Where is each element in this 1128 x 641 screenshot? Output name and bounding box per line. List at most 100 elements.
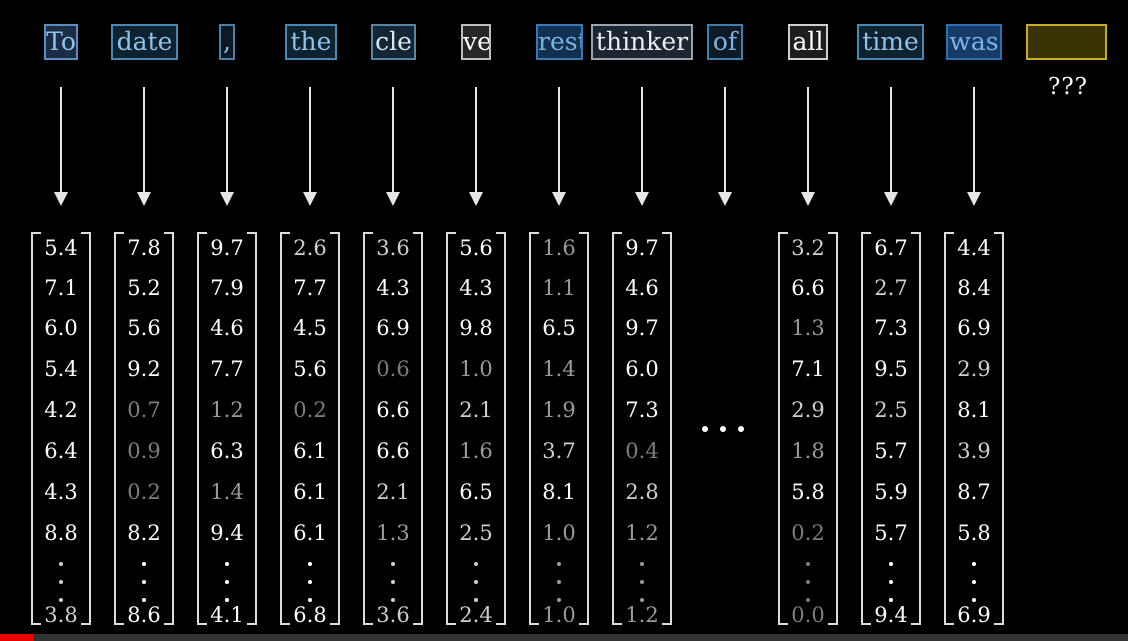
vector-value: 2.1 — [376, 480, 410, 504]
vector-value: 9.4 — [210, 521, 244, 545]
vector-value: 5.6 — [127, 316, 161, 340]
vector-value: 2.8 — [625, 480, 659, 504]
vector-value: 1.3 — [376, 521, 410, 545]
video-progress-fill — [0, 634, 34, 641]
embedding-vector: 5.6 4.3 9.8 1.0 2.1 1.6 6.5 2.5 2.4 — [446, 232, 506, 627]
vector-value: 8.1 — [542, 480, 576, 504]
vector-value: 3.6 — [376, 236, 410, 260]
down-arrow-icon — [635, 87, 649, 206]
down-arrow-icon — [718, 87, 732, 206]
embedding-vector: 9.7 7.9 4.6 7.7 1.2 6.3 1.4 9.4 4.1 — [197, 232, 257, 627]
embedding-vector: 6.7 2.7 7.3 9.5 2.5 5.7 5.9 5.7 9.4 — [861, 232, 921, 627]
vector-value: 6.9 — [376, 316, 410, 340]
embedding-vector: 2.6 7.7 4.5 5.6 0.2 6.1 6.1 6.1 6.8 — [280, 232, 340, 627]
vector-value: 7.9 — [210, 276, 244, 300]
down-arrow-icon — [137, 87, 151, 206]
vector-value: 8.8 — [44, 521, 78, 545]
vector-value: 1.2 — [210, 398, 244, 422]
video-progress-bar[interactable] — [0, 634, 1128, 641]
vector-value: 6.5 — [542, 316, 576, 340]
vertical-ellipsis-icon — [557, 560, 561, 610]
embedding-vector: 3.2 6.6 1.3 7.1 2.9 1.8 5.8 0.2 0.0 — [778, 232, 838, 627]
vector-value: 4.3 — [376, 276, 410, 300]
token-box: To — [44, 24, 78, 60]
vector-value: 4.6 — [210, 316, 244, 340]
vector-value: 7.7 — [293, 276, 327, 300]
vector-value: 8.1 — [957, 398, 991, 422]
down-arrow-icon — [884, 87, 898, 206]
vector-value: 2.6 — [293, 236, 327, 260]
vector-value: 6.1 — [293, 521, 327, 545]
vector-value: 5.6 — [459, 236, 493, 260]
vertical-ellipsis-icon — [640, 560, 644, 610]
vector-value: 4.6 — [625, 276, 659, 300]
vector-value: 5.7 — [874, 521, 908, 545]
token-box: rest — [536, 24, 583, 60]
vector-value: 4.4 — [957, 236, 991, 260]
vector-value: 6.9 — [957, 316, 991, 340]
vector-value: 0.2 — [791, 521, 825, 545]
vector-value: 5.9 — [874, 480, 908, 504]
token-box: time — [857, 24, 924, 60]
vector-value: 8.7 — [957, 480, 991, 504]
vector-value: 5.8 — [791, 480, 825, 504]
vector-value: 6.6 — [376, 398, 410, 422]
vector-value: 0.2 — [127, 480, 161, 504]
token-box: of — [707, 24, 743, 60]
vector-value: 7.7 — [210, 357, 244, 381]
down-arrow-icon — [801, 87, 815, 206]
vertical-ellipsis-icon — [806, 560, 810, 610]
vector-value: 2.5 — [459, 521, 493, 545]
embedding-vector: 4.4 8.4 6.9 2.9 8.1 3.9 8.7 5.8 6.9 — [944, 232, 1004, 627]
vector-value: 1.0 — [542, 521, 576, 545]
down-arrow-icon — [967, 87, 981, 206]
vector-value: 8.2 — [127, 521, 161, 545]
vector-value: 4.3 — [44, 480, 78, 504]
vertical-ellipsis-icon — [225, 560, 229, 610]
down-arrow-icon — [552, 87, 566, 206]
token-box: , — [219, 24, 235, 60]
vector-value: 9.7 — [625, 316, 659, 340]
vertical-ellipsis-icon — [474, 560, 478, 610]
diagram-stage: To date, the cle ve rest thinker of all time was ?… — [0, 0, 1128, 641]
vector-value: 2.5 — [874, 398, 908, 422]
vector-value: 6.5 — [459, 480, 493, 504]
vector-value: 9.7 — [625, 236, 659, 260]
unknown-next-token-label: ??? — [1048, 74, 1088, 100]
horizontal-ellipsis-icon — [700, 426, 750, 434]
vector-value: 7.3 — [874, 316, 908, 340]
embedding-vector: 5.4 7.1 6.0 5.4 4.2 6.4 4.3 8.8 3.8 — [31, 232, 91, 627]
vector-value: 1.3 — [791, 316, 825, 340]
vector-value: 1.0 — [459, 357, 493, 381]
vector-value: 1.1 — [542, 276, 576, 300]
vertical-ellipsis-icon — [889, 560, 893, 610]
vector-value: 0.7 — [127, 398, 161, 422]
vertical-ellipsis-icon — [391, 560, 395, 610]
vector-value: 5.4 — [44, 236, 78, 260]
vector-value: 6.6 — [376, 439, 410, 463]
down-arrow-icon — [303, 87, 317, 206]
vector-value: 7.8 — [127, 236, 161, 260]
prediction-slot — [1026, 24, 1107, 60]
vector-value: 9.5 — [874, 357, 908, 381]
vector-value: 1.6 — [542, 236, 576, 260]
vector-value: 6.1 — [293, 439, 327, 463]
embedding-vector: 7.8 5.2 5.6 9.2 0.7 0.9 0.2 8.2 8.6 — [114, 232, 174, 627]
token-box: cle — [371, 24, 416, 60]
token-box: all — [788, 24, 828, 60]
token-box: the — [285, 24, 337, 60]
vector-value: 1.9 — [542, 398, 576, 422]
vector-value: 4.3 — [459, 276, 493, 300]
vector-value: 9.8 — [459, 316, 493, 340]
vector-value: 6.0 — [625, 357, 659, 381]
vector-value: 4.5 — [293, 316, 327, 340]
vector-value: 9.2 — [127, 357, 161, 381]
vector-value: 6.1 — [293, 480, 327, 504]
embedding-vector: 9.7 4.6 9.7 6.0 7.3 0.4 2.8 1.2 1.2 — [612, 232, 672, 627]
vector-value: 9.7 — [210, 236, 244, 260]
vector-value: 1.6 — [459, 439, 493, 463]
vector-value: 4.2 — [44, 398, 78, 422]
vector-value: 3.9 — [957, 439, 991, 463]
vector-value: 1.4 — [210, 480, 244, 504]
vector-value: 1.2 — [625, 521, 659, 545]
